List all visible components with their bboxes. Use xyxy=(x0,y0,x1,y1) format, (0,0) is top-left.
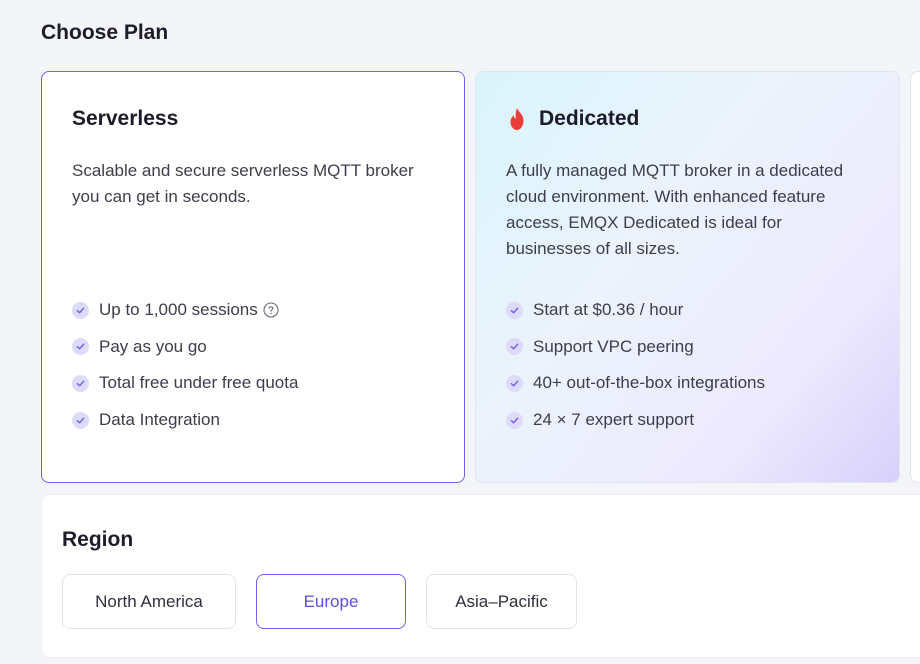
region-panel: Region North America Europe Asia–Pacific xyxy=(41,494,920,658)
plan-card-dedicated[interactable]: Dedicated A fully managed MQTT broker in… xyxy=(475,71,900,483)
feature-item: 24 × 7 expert support xyxy=(506,408,765,432)
feature-item: Up to 1,000 sessions xyxy=(72,298,298,322)
feature-label: Up to 1,000 sessions xyxy=(99,300,258,319)
plan-description: Scalable and secure serverless MQTT brok… xyxy=(72,161,414,206)
feature-item: 40+ out-of-the-box integrations xyxy=(506,371,765,395)
feature-label: 24 × 7 expert support xyxy=(533,410,695,430)
region-title: Region xyxy=(62,528,134,551)
feature-label: Pay as you go xyxy=(99,336,207,356)
feature-item: Start at $0.36 / hour xyxy=(506,298,765,322)
help-icon[interactable] xyxy=(263,302,279,318)
flame-icon xyxy=(506,107,528,131)
region-option-asia-pacific[interactable]: Asia–Pacific xyxy=(426,574,577,629)
feature-item: Support VPC peering xyxy=(506,335,765,359)
region-option-north-america[interactable]: North America xyxy=(62,574,236,629)
check-icon xyxy=(72,301,89,319)
feature-list: Start at $0.36 / hour Support VPC peerin… xyxy=(506,298,765,445)
feature-label: Total free under free quota xyxy=(99,373,299,393)
check-icon xyxy=(72,374,89,392)
plan-name: Serverless xyxy=(72,107,179,130)
check-icon xyxy=(506,301,523,319)
feature-item: Total free under free quota xyxy=(72,371,298,395)
plan-title: Dedicated xyxy=(506,107,639,131)
check-icon xyxy=(72,338,89,356)
plan-name: Dedicated xyxy=(539,107,640,130)
feature-label: Data Integration xyxy=(99,410,220,430)
check-icon xyxy=(506,338,523,356)
plan-card-serverless[interactable]: Serverless Scalable and secure serverles… xyxy=(41,71,465,483)
check-icon xyxy=(506,411,523,429)
region-option-europe[interactable]: Europe xyxy=(256,574,406,629)
check-icon xyxy=(506,374,523,392)
plan-description: A fully managed MQTT broker in a dedicat… xyxy=(506,161,844,258)
feature-label: 40+ out-of-the-box integrations xyxy=(533,373,766,393)
feature-label: Support VPC peering xyxy=(533,336,694,356)
page-title: Choose Plan xyxy=(41,21,169,44)
plan-title: Serverless xyxy=(72,107,178,131)
feature-label: Start at $0.36 / hour xyxy=(533,300,684,319)
feature-list: Up to 1,000 sessions Pay as you go Total… xyxy=(72,298,298,445)
feature-item: Pay as you go xyxy=(72,335,298,359)
check-icon xyxy=(72,411,89,429)
feature-item: Data Integration xyxy=(72,408,298,432)
plan-card-partial[interactable] xyxy=(910,71,920,483)
